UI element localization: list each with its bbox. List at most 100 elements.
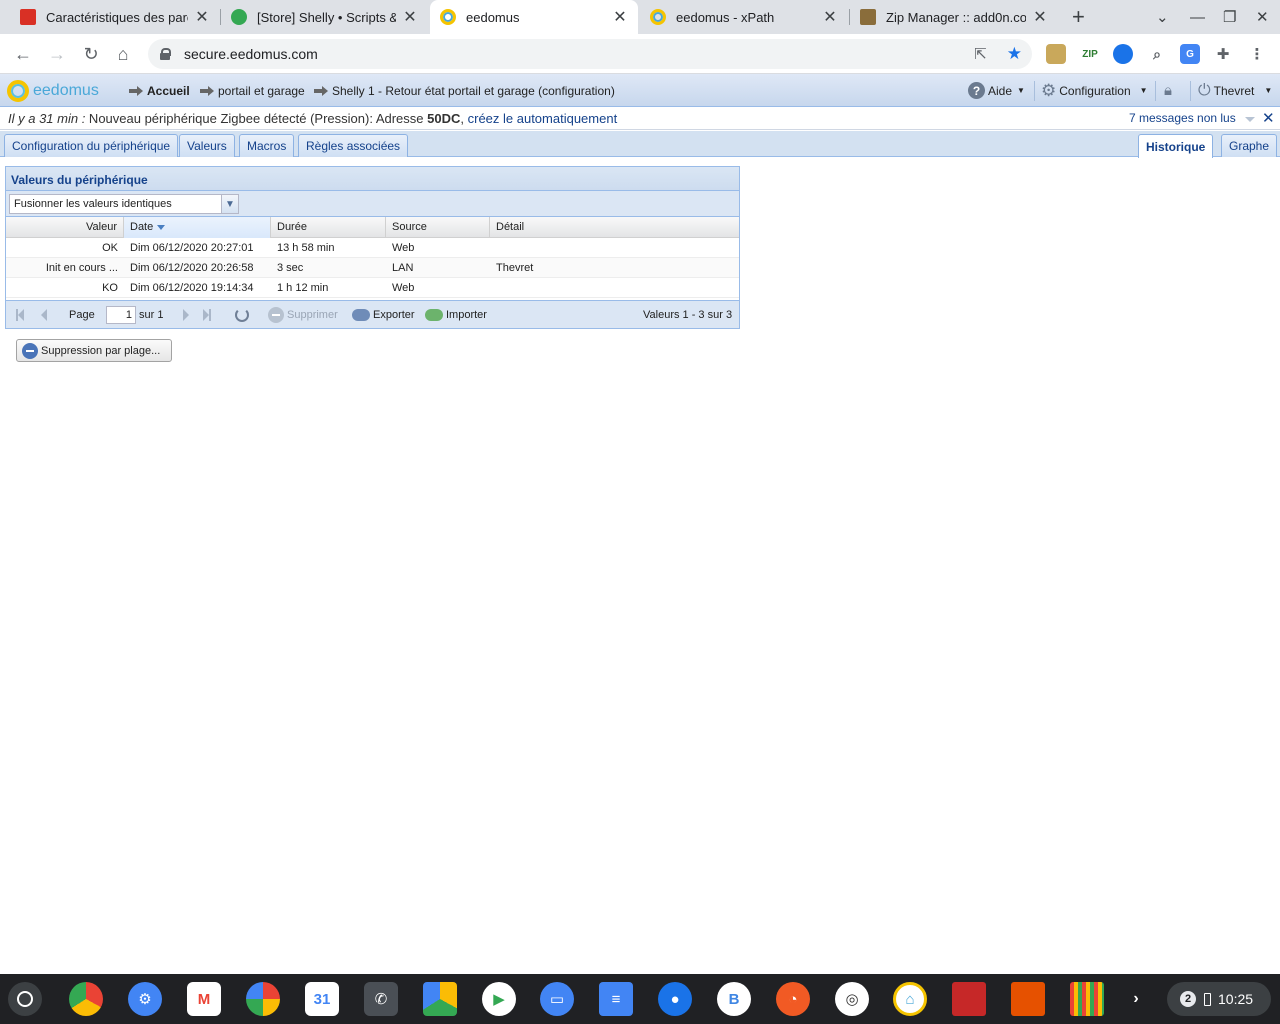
forward-icon[interactable]: →: [45, 42, 69, 66]
close-tab-icon[interactable]: ✕: [822, 7, 838, 27]
breadcrumb-home[interactable]: Accueil: [129, 74, 190, 107]
import-button[interactable]: Importer: [425, 301, 487, 329]
extension-zip-icon[interactable]: ZIP: [1080, 44, 1100, 64]
grid-header: Valeur Date Durée Source Détail: [6, 217, 739, 238]
notification-count-badge: 2: [1180, 991, 1196, 1007]
browser-tab-2[interactable]: [Store] Shelly • Scripts & P ✕: [221, 0, 428, 34]
lock-icon[interactable]: [160, 48, 171, 60]
extension-translate-icon[interactable]: G: [1180, 44, 1200, 64]
extension-gate-icon[interactable]: [1046, 44, 1066, 64]
lion-app-icon[interactable]: [1011, 982, 1045, 1016]
column-duree[interactable]: Durée: [271, 217, 386, 238]
orange-app-icon[interactable]: ◔: [776, 982, 810, 1016]
delete-button[interactable]: Supprimer: [268, 301, 338, 329]
last-page-button[interactable]: [203, 301, 211, 329]
tab-historique[interactable]: Historique: [1138, 134, 1214, 158]
close-tab-icon[interactable]: ✕: [402, 7, 418, 27]
table-row[interactable]: Init en cours ... Dim 06/12/2020 20:26:5…: [6, 258, 739, 278]
minimize-icon[interactable]: —: [1190, 0, 1205, 34]
docs-app-icon[interactable]: ≡: [599, 982, 633, 1016]
flag-app-icon[interactable]: [952, 982, 986, 1016]
column-valeur[interactable]: Valeur: [6, 217, 124, 238]
extension-cloud-icon[interactable]: [1113, 44, 1133, 64]
chevron-down-icon[interactable]: ▼: [221, 195, 238, 213]
help-menu[interactable]: ? Aide ▼: [968, 74, 1025, 107]
extensions-puzzle-icon[interactable]: ✚: [1213, 44, 1233, 64]
table-row[interactable]: KO Dim 06/12/2020 19:14:34 1 h 12 min We…: [6, 278, 739, 298]
lock-button[interactable]: 🔒︎: [1164, 74, 1172, 107]
expand-messages-icon[interactable]: [1245, 117, 1255, 122]
breadcrumb-device[interactable]: Shelly 1 - Retour état portail et garage…: [314, 74, 615, 107]
column-date[interactable]: Date: [124, 217, 271, 238]
restore-icon[interactable]: ❐: [1223, 0, 1236, 34]
extension-search-icon[interactable]: ⌕: [1147, 44, 1167, 64]
browser-tab-5[interactable]: Zip Manager :: add0n.com ✕: [850, 0, 1058, 34]
launcher-icon[interactable]: [8, 982, 42, 1016]
reload-icon[interactable]: ↻: [79, 42, 103, 66]
merge-values-select[interactable]: Fusionner les valeurs identiques ▼: [9, 194, 239, 214]
breadcrumb-room[interactable]: portail et garage: [200, 74, 305, 107]
tab-graphe[interactable]: Graphe: [1221, 134, 1278, 157]
eedomus-app-icon[interactable]: ◎: [835, 982, 869, 1016]
tab-valeurs[interactable]: Valeurs: [179, 134, 235, 157]
url-text[interactable]: secure.eedomus.com: [184, 46, 318, 62]
play-store-app-icon[interactable]: ▶: [482, 982, 516, 1016]
tab-search-icon[interactable]: ⌄: [1156, 0, 1169, 34]
close-tab-icon[interactable]: ✕: [1032, 7, 1048, 27]
eedomus-logo[interactable]: eedomus: [7, 80, 99, 102]
prev-page-button[interactable]: [41, 301, 47, 329]
settings-app-icon[interactable]: ⚙: [128, 982, 162, 1016]
tab-regles-associees[interactable]: Règles associées: [298, 134, 409, 157]
first-page-button[interactable]: [16, 301, 24, 329]
bookmark-star-icon[interactable]: ★: [1007, 44, 1022, 64]
next-page-icon: [183, 309, 189, 321]
address-bar[interactable]: secure.eedomus.com ⇱ ★: [148, 39, 1032, 69]
open-in-app-icon[interactable]: ⇱: [974, 45, 987, 63]
last-page-icon: [209, 309, 211, 321]
new-tab-button[interactable]: +: [1072, 0, 1085, 34]
gmail-app-icon[interactable]: M: [187, 982, 221, 1016]
contacts-app-icon[interactable]: ●: [658, 982, 692, 1016]
power-icon: ⏻: [1198, 81, 1211, 99]
tab-macros[interactable]: Macros: [239, 134, 295, 157]
range-delete-button[interactable]: Suppression par plage...: [16, 339, 172, 362]
page-number-input[interactable]: 1: [106, 306, 136, 324]
user-menu[interactable]: ⏻ Thevret ▼: [1198, 74, 1272, 107]
configuration-menu[interactable]: ⚙ Configuration ▼: [1041, 74, 1148, 107]
equalizer-app-icon[interactable]: [1070, 982, 1104, 1016]
column-detail[interactable]: Détail: [490, 217, 739, 238]
sort-desc-icon: [157, 224, 166, 230]
menu-kebab-icon[interactable]: ⋮: [1247, 44, 1267, 64]
files-app-icon[interactable]: ▭: [540, 982, 574, 1016]
refresh-button[interactable]: [235, 301, 249, 329]
table-row[interactable]: OK Dim 06/12/2020 20:27:01 13 h 58 min W…: [6, 238, 739, 258]
eedomus-home-app-icon[interactable]: ⌂: [893, 982, 927, 1016]
browser-tab-4[interactable]: eedomus - xPath ✕: [640, 0, 848, 34]
close-window-icon[interactable]: ✕: [1256, 0, 1269, 34]
photos-app-icon[interactable]: [246, 982, 280, 1016]
chrome-app-icon[interactable]: [69, 982, 103, 1016]
paging-toolbar: Page 1 sur 1 Supprimer Exporter Importer…: [6, 300, 739, 328]
create-automatically-link[interactable]: créez le automatiquement: [468, 111, 618, 126]
whatsapp-app-icon[interactable]: ✆: [364, 982, 398, 1016]
close-tab-icon[interactable]: ✕: [194, 7, 210, 27]
export-button[interactable]: Exporter: [352, 301, 415, 329]
b-app-icon[interactable]: B: [717, 982, 751, 1016]
next-page-button[interactable]: [183, 301, 189, 329]
status-tray[interactable]: 2 10:25: [1167, 982, 1271, 1016]
chevron-right-icon[interactable]: ›: [1119, 982, 1153, 1016]
home-icon[interactable]: ⌂: [111, 42, 135, 66]
tab-configuration[interactable]: Configuration du périphérique: [4, 134, 179, 157]
drive-app-icon[interactable]: [423, 982, 457, 1016]
browser-tab-title: eedomus - xPath: [676, 9, 775, 25]
browser-tab-1[interactable]: Caractéristiques des parc ✕: [10, 0, 220, 34]
notification-time: Il y a 31 min :: [8, 111, 86, 126]
close-notification-icon[interactable]: ✕: [1262, 109, 1275, 127]
column-source[interactable]: Source: [386, 217, 490, 238]
close-tab-icon[interactable]: ✕: [612, 7, 628, 27]
calendar-app-icon[interactable]: 31: [305, 982, 339, 1016]
back-icon[interactable]: ←: [11, 42, 35, 66]
browser-tab-3-active[interactable]: eedomus ✕: [430, 0, 638, 34]
zip-favicon-icon: [860, 9, 876, 25]
unread-messages-link[interactable]: 7 messages non lus: [1129, 111, 1236, 125]
